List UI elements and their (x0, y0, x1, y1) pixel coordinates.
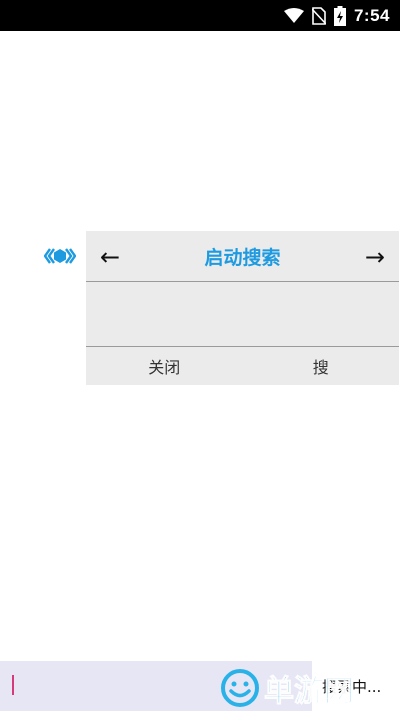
status-bar: 7:54 (0, 0, 400, 31)
close-button[interactable]: 关闭 (86, 347, 243, 385)
next-arrow-button[interactable]: → (365, 242, 385, 272)
search-status-label: 搜索中... (312, 661, 400, 711)
search-panel: ← 启动搜索 → 关闭 搜 (86, 231, 399, 385)
panel-header: ← 启动搜索 → (86, 231, 399, 282)
panel-footer: 关闭 搜 (86, 346, 399, 385)
wifi-icon (283, 7, 304, 24)
status-time: 7:54 (353, 5, 390, 25)
text-caret (12, 675, 14, 695)
battery-charging-icon (333, 5, 346, 26)
floating-handle[interactable] (44, 243, 76, 269)
panel-body (86, 283, 399, 346)
panel-title: 启动搜索 (204, 247, 281, 269)
no-sim-icon (311, 6, 326, 25)
search-button[interactable]: 搜 (243, 347, 400, 385)
floating-ball-icon (44, 248, 76, 264)
search-input[interactable] (0, 661, 312, 711)
